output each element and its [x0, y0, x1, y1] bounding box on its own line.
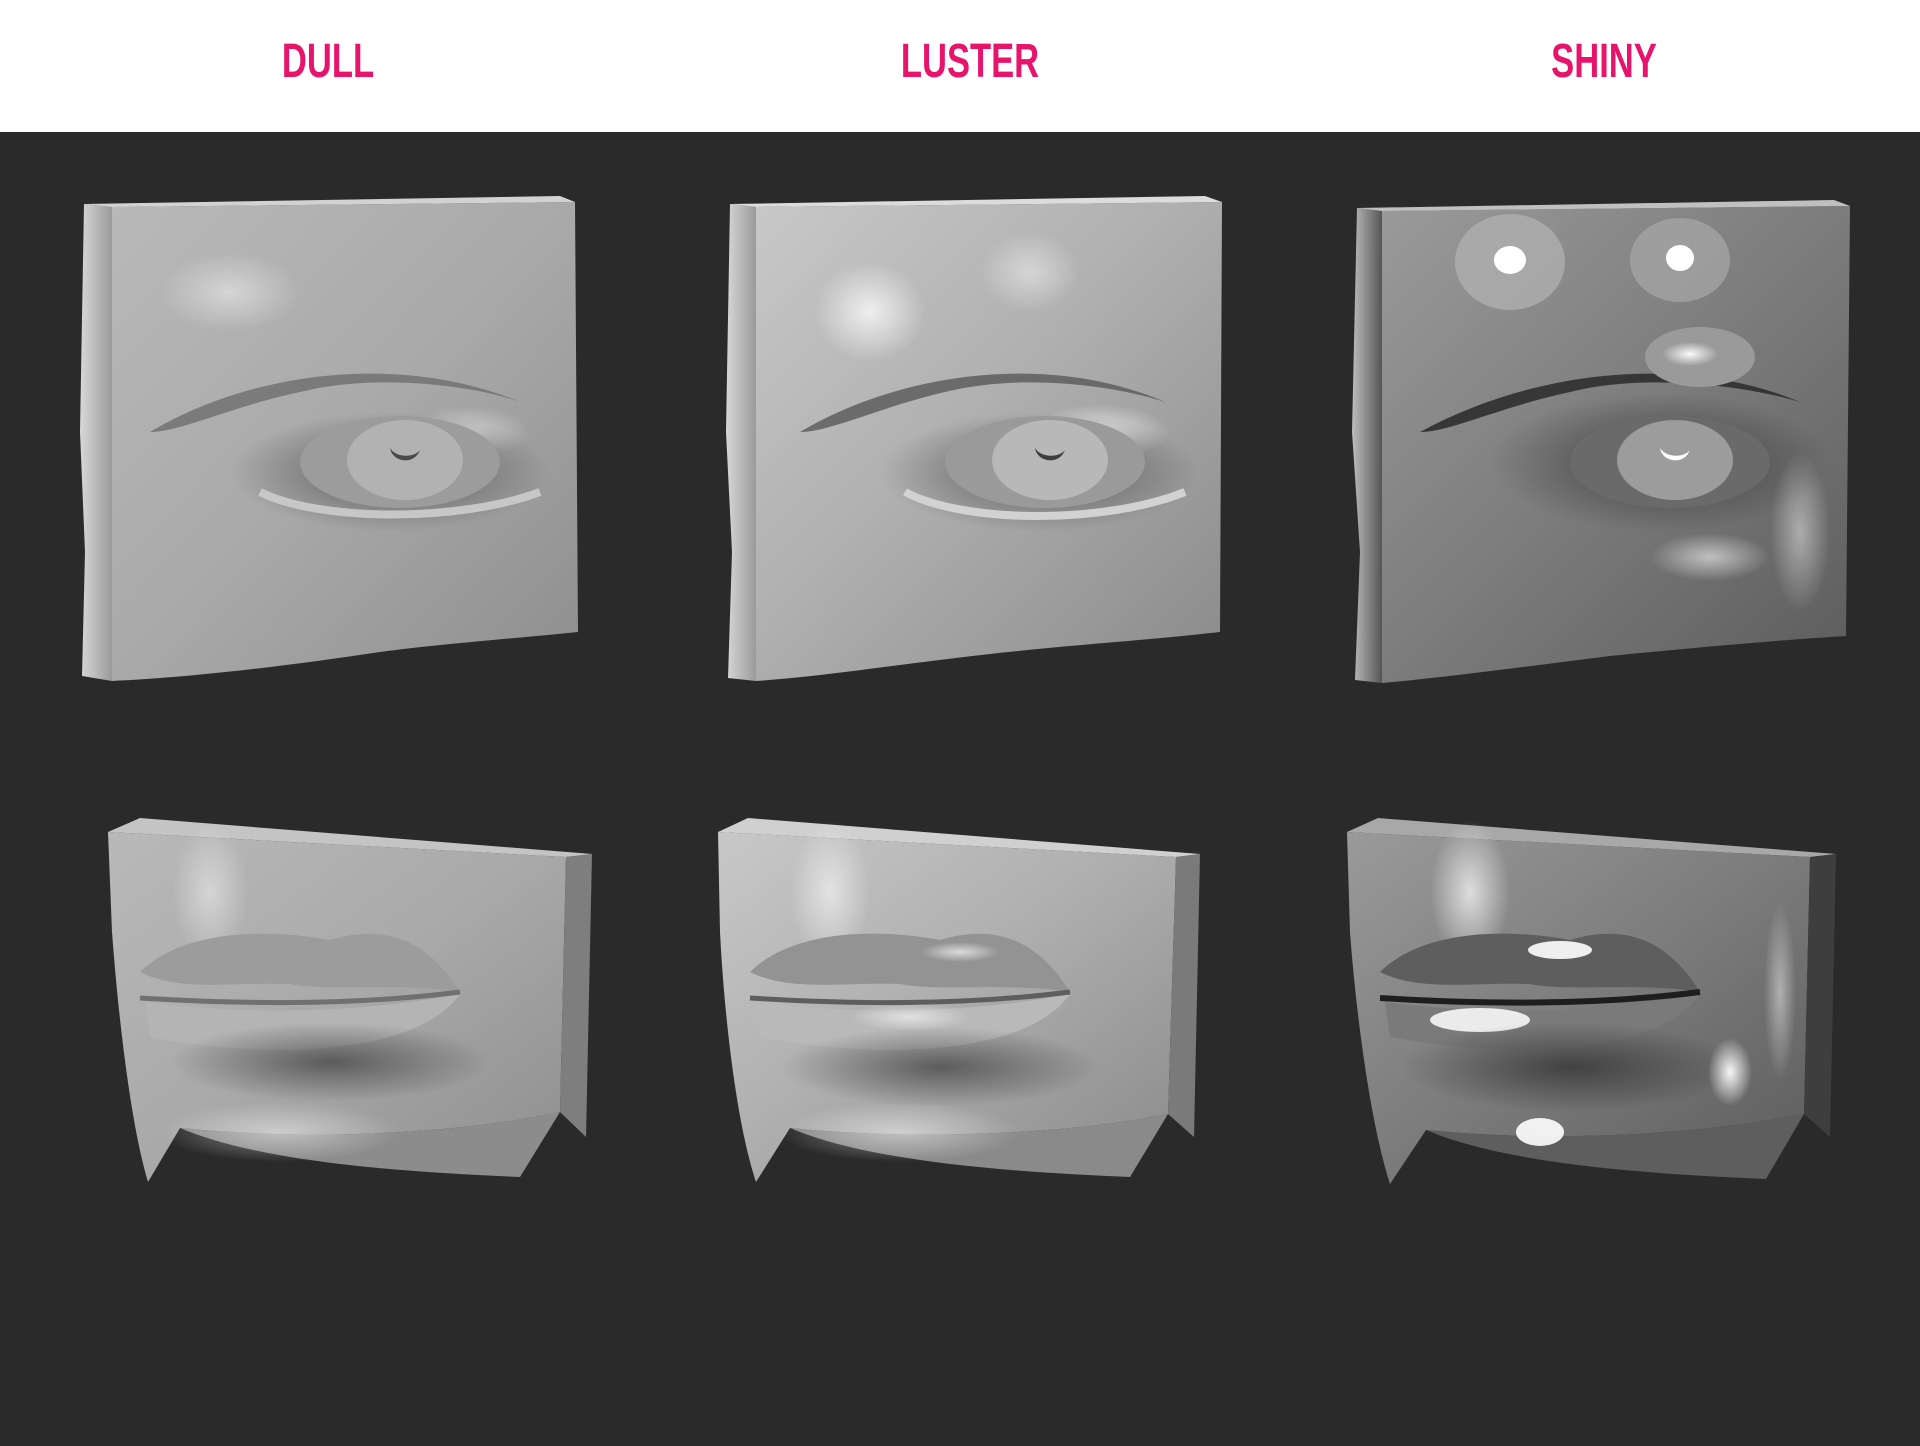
mouth-cast-dull — [108, 818, 592, 1182]
illustration-panel — [0, 132, 1920, 1446]
label-shiny: SHINY — [1551, 35, 1657, 88]
label-luster: LUSTER — [900, 35, 1040, 88]
mouth-cast-shiny — [1347, 818, 1836, 1184]
eye-cast-shiny — [1352, 200, 1850, 683]
mouth-cast-luster — [718, 818, 1200, 1182]
eye-cast-luster — [726, 196, 1222, 681]
plaster-casts-illustration — [80, 196, 1850, 1184]
eye-cast-dull — [80, 196, 578, 681]
label-dull: DULL — [281, 35, 375, 88]
header-bar: DULL LUSTER SHINY — [0, 0, 1920, 132]
